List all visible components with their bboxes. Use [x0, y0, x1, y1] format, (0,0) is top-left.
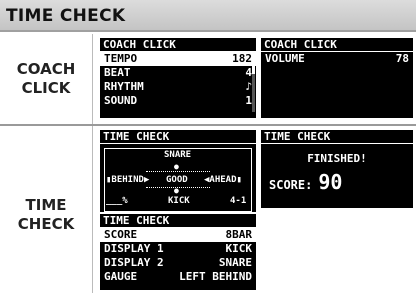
coach-click-row-value: 4	[245, 66, 252, 79]
scrollbar[interactable]	[252, 54, 255, 112]
coach-click-row[interactable]: RHYTHM ♪	[100, 80, 256, 94]
snare-label: SNARE	[164, 150, 192, 160]
time-check-setting-row-label: DISPLAY 1	[104, 242, 164, 255]
coach-click-row-value: ♪	[245, 80, 252, 93]
measure-readout: 4-1	[230, 196, 247, 206]
volume-screen: COACH CLICK VOLUME 78	[261, 38, 413, 118]
volume-value: 78	[395, 52, 409, 65]
screen-header: TIME CHECK	[100, 214, 256, 228]
section-label-coach-click: COACH CLICK	[16, 60, 76, 97]
time-check-setting-row-label: SCORE	[104, 228, 138, 241]
gauge-dots-top	[146, 171, 210, 172]
time-check-setting-row-label: GAUGE	[104, 270, 138, 283]
page-title: TIME CHECK	[6, 6, 126, 26]
ahead-label: ◀AHEAD▮	[204, 175, 242, 185]
kick-label: KICK	[168, 196, 190, 206]
screen-header: TIME CHECK	[261, 130, 413, 144]
section-label-time-check: TIME CHECK	[17, 196, 75, 233]
screen-header: COACH CLICK	[100, 38, 256, 52]
time-check-setting-row-value: 8BAR	[225, 228, 253, 241]
time-check-setting-row[interactable]: SCORE 8BAR	[100, 228, 256, 242]
coach-click-row-value: 1	[245, 94, 252, 107]
coach-click-screen: COACH CLICK TEMPO 182 BEAT 4 RHYTHM ♪ SOUND 1	[100, 38, 256, 118]
gauge-screen: TIME CHECK SNARE ● ▮BEHIND▶ GOOD ◀AHEAD▮…	[100, 130, 256, 212]
time-check-setting-row-label: DISPLAY 2	[104, 256, 164, 269]
volume-row[interactable]: VOLUME 78	[261, 52, 413, 66]
time-check-setting-row-value: LEFT BEHIND	[179, 270, 252, 283]
time-check-setting-row-value: KICK	[225, 242, 253, 255]
screen-header: TIME CHECK	[100, 130, 256, 144]
kick-marker-icon: ●	[174, 186, 179, 195]
coach-click-row-label: BEAT	[104, 66, 131, 79]
score-label: SCORE:	[269, 178, 313, 192]
coach-click-row[interactable]: BEAT 4	[100, 66, 256, 80]
time-check-setting-row-value: SNARE	[218, 256, 252, 269]
coach-click-row-label: SOUND	[104, 94, 138, 107]
finished-message: FINISHED!	[307, 152, 367, 165]
coach-click-row-label: RHYTHM	[104, 80, 144, 93]
finished-screen: TIME CHECK FINISHED! SCORE: 90	[261, 130, 413, 208]
time-check-setting-row[interactable]: DISPLAY 1 KICK	[100, 242, 256, 256]
title-bar: TIME CHECK	[0, 0, 416, 32]
row-divider	[0, 124, 416, 126]
screen-header: COACH CLICK	[261, 38, 413, 52]
percent-readout: ___%	[106, 196, 128, 206]
good-label: GOOD	[166, 175, 188, 185]
column-divider	[92, 34, 93, 293]
time-check-settings-screen: TIME CHECK SCORE 8BAR DISPLAY 1 KICK DISPLAY…	[100, 214, 256, 290]
time-check-setting-row[interactable]: GAUGE LEFT BEHIND	[100, 270, 256, 284]
coach-click-row-label: TEMPO	[104, 52, 138, 65]
coach-click-row-value: 182	[232, 52, 252, 65]
volume-label: VOLUME	[265, 52, 305, 65]
coach-click-row[interactable]: TEMPO 182	[100, 52, 256, 66]
coach-click-row[interactable]: SOUND 1	[100, 94, 256, 108]
behind-label: ▮BEHIND▶	[106, 175, 150, 185]
time-check-setting-row[interactable]: DISPLAY 2 SNARE	[100, 256, 256, 270]
snare-marker-icon: ●	[174, 162, 179, 171]
score-value: 90	[318, 170, 343, 194]
